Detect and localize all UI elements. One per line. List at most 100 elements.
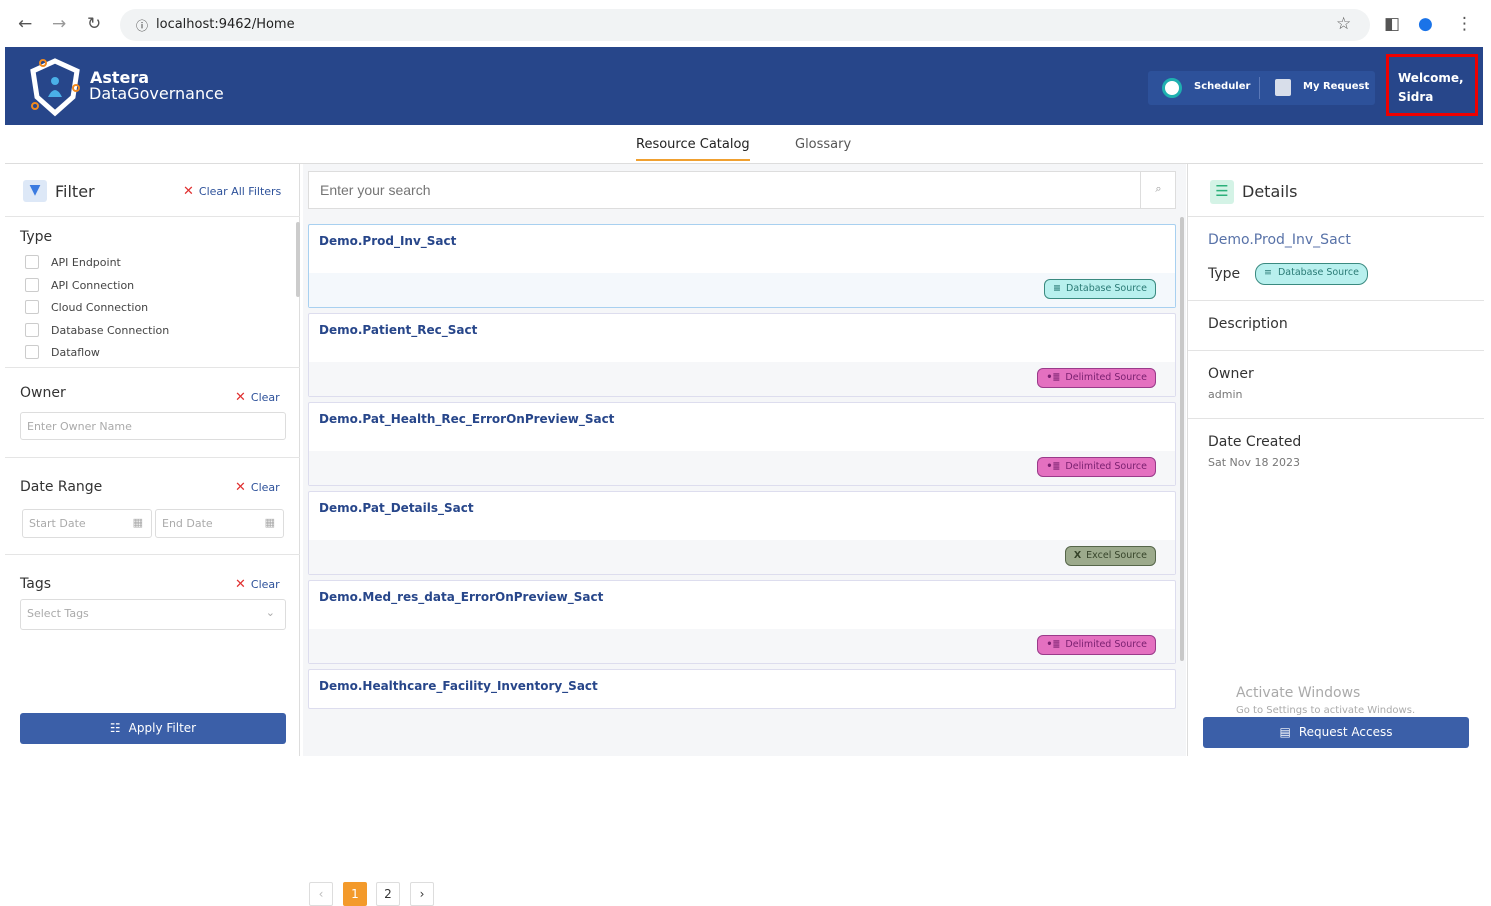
url-text: localhost:9462/Home	[156, 17, 295, 32]
resource-name: Demo.Pat_Health_Rec_ErrorOnPreview_Sact	[319, 412, 615, 426]
owner-input[interactable]: Enter Owner Name	[20, 412, 286, 440]
scheduler-button[interactable]: Scheduler	[1194, 81, 1250, 92]
clear-all-label: Clear All Filters	[198, 185, 282, 198]
welcome-user[interactable]: Welcome, Sidra	[1386, 54, 1478, 116]
calendar-icon: ▦	[132, 516, 143, 529]
type-checkbox[interactable]	[25, 300, 39, 314]
logo-icon	[30, 58, 80, 117]
resource-card[interactable]: Demo.Pat_Health_Rec_ErrorOnPreview_Sact •…	[308, 402, 1176, 486]
info-icon[interactable]: ⓘ	[136, 17, 148, 34]
divider	[5, 216, 300, 217]
reload-icon[interactable]: ↻	[87, 14, 101, 34]
database-icon: ≡	[1053, 283, 1062, 294]
clear-label: Clear	[250, 578, 280, 591]
divider	[5, 457, 300, 458]
prev-page-button[interactable]: ‹	[309, 882, 333, 906]
end-date-input[interactable]: End Date ▦	[155, 509, 284, 538]
type-option-label: API Endpoint	[51, 256, 121, 269]
start-date-placeholder: Start Date	[29, 517, 86, 530]
resource-card[interactable]: Demo.Prod_Inv_Sact ≡ Database Source	[308, 224, 1176, 308]
profile-icon[interactable]: ●	[1418, 14, 1433, 34]
scrollbar[interactable]	[296, 222, 300, 297]
resource-name: Demo.Prod_Inv_Sact	[319, 234, 457, 248]
date-clear-button[interactable]: ✕ Clear	[235, 480, 280, 495]
resource-name: Demo.Patient_Rec_Sact	[319, 323, 478, 337]
address-bar[interactable]: localhost:9462/Home	[120, 9, 1370, 41]
type-checkbox[interactable]	[25, 345, 39, 359]
resource-name: Demo.Med_res_data_ErrorOnPreview_Sact	[319, 590, 604, 604]
type-checkbox[interactable]	[25, 322, 39, 337]
type-badge: •≣ Delimited Source	[1037, 635, 1156, 655]
owner-clear-button[interactable]: ✕ Clear	[235, 390, 280, 405]
menu-icon[interactable]: ⋮	[1456, 14, 1473, 34]
resource-card[interactable]: Demo.Med_res_data_ErrorOnPreview_Sact •≣ D…	[308, 580, 1176, 664]
request-access-button[interactable]: ▤ Request Access	[1203, 717, 1469, 748]
tags-placeholder: Select Tags	[27, 607, 89, 620]
filter-panel: ▼ Filter ✕ Clear All Filters Type API End…	[5, 164, 300, 756]
owner-label: Owner	[1208, 366, 1254, 382]
resource-card[interactable]: Demo.Pat_Details_Sact X Excel Source	[308, 491, 1176, 575]
clear-all-filters-button[interactable]: ✕ Clear All Filters	[183, 184, 281, 199]
card-footer: X Excel Source	[309, 540, 1175, 574]
delimited-icon: •≣	[1046, 461, 1061, 472]
database-icon: ≡	[1264, 267, 1272, 278]
scrollbar[interactable]	[1180, 217, 1184, 661]
card-footer: ≡ Database Source	[309, 273, 1175, 307]
results-panel: ⌕ Demo.Prod_Inv_Sact ≡ Database Source Dem…	[303, 164, 1186, 906]
delimited-icon: •≣	[1046, 372, 1061, 383]
divider	[1259, 77, 1260, 99]
type-option-label: API Connection	[51, 278, 135, 292]
tab-resource-catalog[interactable]: Resource Catalog	[636, 137, 750, 161]
end-date-placeholder: End Date	[162, 517, 213, 530]
tab-glossary[interactable]: Glossary	[795, 137, 851, 152]
delimited-icon: •≣	[1046, 639, 1061, 650]
tags-clear-button[interactable]: ✕ Clear	[235, 577, 280, 592]
divider	[1188, 418, 1484, 419]
forward-icon[interactable]: →	[52, 14, 66, 34]
type-option-label: Dataflow	[51, 346, 100, 359]
side-panel-icon[interactable]: ◧	[1384, 14, 1400, 34]
tags-label: Tags	[20, 576, 51, 592]
next-page-button[interactable]: ›	[410, 882, 434, 906]
resource-name: Demo.Pat_Details_Sact	[319, 501, 474, 515]
type-checkbox[interactable]	[25, 277, 39, 292]
tags-select[interactable]: Select Tags ⌄	[20, 599, 286, 630]
date-created-label: Date Created	[1208, 434, 1302, 450]
type-badge-label: Delimited Source	[1065, 639, 1147, 650]
start-date-input[interactable]: Start Date ▦	[22, 509, 152, 538]
divider	[1188, 216, 1484, 217]
card-footer: •≣ Delimited Source	[309, 362, 1175, 396]
divider	[5, 367, 300, 368]
sliders-icon: ☷	[109, 721, 121, 735]
type-badge-label: Delimited Source	[1065, 372, 1147, 383]
divider	[5, 554, 300, 555]
page-2-button[interactable]: 2	[376, 882, 400, 906]
excel-icon: X	[1073, 550, 1082, 561]
filter-icon: ▼	[23, 180, 47, 202]
my-request-button[interactable]: My Request	[1303, 81, 1369, 92]
search-box: ⌕	[308, 171, 1176, 209]
type-badge: X Excel Source	[1064, 546, 1156, 566]
request-icon: ▤	[1279, 725, 1291, 739]
resource-name: Demo.Prod_Inv_Sact	[1208, 232, 1351, 248]
description-label: Description	[1208, 316, 1288, 332]
back-icon[interactable]: ←	[18, 14, 32, 34]
search-input[interactable]	[309, 172, 1139, 208]
type-badge: ≡ Database Source	[1044, 279, 1156, 299]
apply-filter-button[interactable]: ☷ Apply Filter	[20, 713, 286, 744]
request-icon	[1275, 79, 1291, 96]
type-badge-label: Database Source	[1277, 267, 1359, 278]
clock-icon	[1162, 78, 1182, 98]
search-icon[interactable]: ⌕	[1140, 172, 1176, 208]
date-created-value: Sat Nov 18 2023	[1208, 456, 1300, 469]
type-badge: •≣ Delimited Source	[1037, 368, 1156, 388]
card-footer: •≣ Delimited Source	[309, 629, 1175, 663]
resource-card[interactable]: Demo.Healthcare_Facility_Inventory_Sact	[308, 669, 1176, 709]
request-access-label: Request Access	[1298, 725, 1393, 739]
star-icon[interactable]: ☆	[1336, 14, 1351, 34]
header-buttons: Scheduler My Request	[1148, 71, 1375, 105]
resource-card[interactable]: Demo.Patient_Rec_Sact •≣ Delimited Source	[308, 313, 1176, 397]
type-checkbox[interactable]	[25, 255, 39, 269]
page-1-button[interactable]: 1	[343, 882, 367, 906]
type-option-label: Cloud Connection	[51, 301, 149, 314]
